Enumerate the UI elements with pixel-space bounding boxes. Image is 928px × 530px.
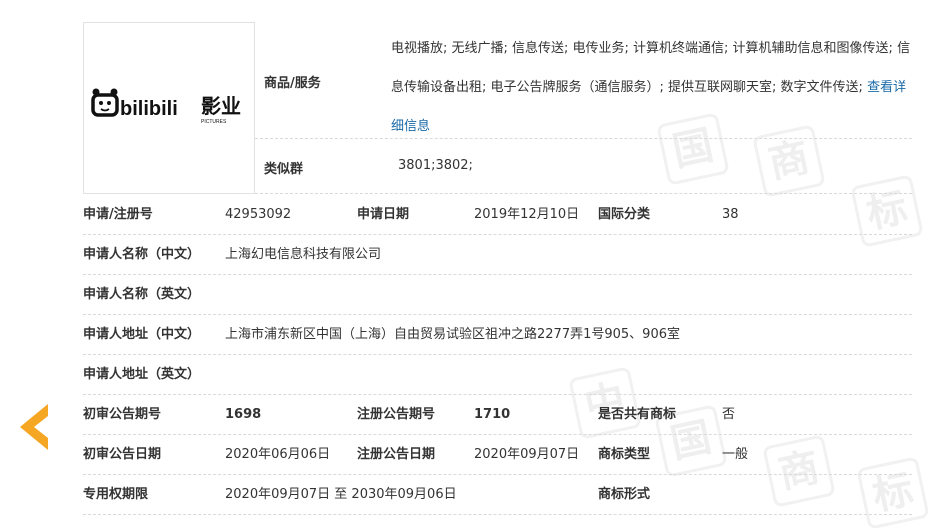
tm-form-label: 商标形式 — [598, 487, 651, 502]
intl-class-label: 国际分类 — [598, 207, 651, 222]
reg-no-value: 42953092 — [225, 207, 292, 222]
shared-label: 是否共有商标 — [598, 407, 677, 422]
prelim-no-label: 初审公告期号 — [83, 407, 162, 422]
table-row: 专用权期限 2020年09月07日 至 2030年09月06日 商标形式 — [83, 475, 912, 515]
table-row: 申请人地址（英文） — [83, 355, 912, 395]
similar-group-value: 3801;3802; — [398, 158, 473, 173]
bilibili-pictures-logo: bilibili 影业 PICTURES — [91, 88, 241, 125]
tm-type-value: 一般 — [722, 447, 749, 462]
apply-date-label: 申请日期 — [357, 207, 410, 222]
table-row: 初审公告期号 1698 注册公告期号 1710 是否共有商标 否 — [83, 395, 912, 435]
table-row: 申请人名称（英文） — [83, 275, 912, 315]
shared-value: 否 — [722, 407, 736, 422]
address-en-label: 申请人地址（英文） — [83, 367, 201, 382]
chevron-left-icon[interactable] — [14, 402, 54, 452]
table-row: 申请人地址（中文） 上海市浦东新区中国（上海）自由贸易试验区祖冲之路2277弄1… — [83, 315, 912, 355]
similar-group-label: 类似群 — [264, 162, 304, 177]
intl-class-value: 38 — [722, 207, 739, 222]
reg-no-label: 申请/注册号 — [83, 207, 153, 222]
goods-list: 电视播放; 无线广播; 信息传送; 电传业务; 计算机终端通信; 计算机辅助信息… — [391, 41, 911, 95]
table-row: 初审公告日期 2020年06月06日 注册公告日期 2020年09月07日 商标… — [83, 435, 912, 475]
divider — [255, 138, 912, 139]
address-cn-label: 申请人地址（中文） — [83, 327, 201, 342]
applicant-en-label: 申请人名称（英文） — [83, 287, 201, 302]
tm-type-label: 商标类型 — [598, 447, 651, 462]
reg-pub-date-label: 注册公告日期 — [357, 447, 436, 462]
goods-services: 电视播放; 无线广播; 信息传送; 电传业务; 计算机终端通信; 计算机辅助信息… — [391, 29, 912, 146]
goods-label: 商品/服务 — [264, 76, 321, 91]
applicant-cn-value: 上海幻电信息科技有限公司 — [225, 247, 382, 262]
reg-pub-no-label: 注册公告期号 — [357, 407, 436, 422]
divider — [255, 193, 912, 194]
apply-date-value: 2019年12月10日 — [474, 207, 580, 222]
address-cn-value: 上海市浦东新区中国（上海）自由贸易试验区祖冲之路2277弄1号905、906室 — [225, 327, 680, 342]
reg-pub-date-value: 2020年09月07日 — [474, 447, 580, 462]
exclusive-label: 专用权期限 — [83, 487, 149, 502]
svg-text:PICTURES: PICTURES — [201, 119, 227, 125]
applicant-cn-label: 申请人名称（中文） — [83, 247, 201, 262]
table-row: 申请人名称（中文） 上海幻电信息科技有限公司 — [83, 235, 912, 275]
table-row: 申请/注册号 42953092 申请日期 2019年12月10日 国际分类 38 — [83, 195, 912, 235]
prelim-no-value: 1698 — [225, 407, 262, 422]
svg-text:影业: 影业 — [201, 94, 241, 118]
exclusive-value: 2020年09月07日 至 2030年09月06日 — [225, 487, 457, 502]
prelim-date-value: 2020年06月06日 — [225, 447, 331, 462]
trademark-image: bilibili 影业 PICTURES — [83, 22, 255, 194]
reg-pub-no-value: 1710 — [474, 407, 511, 422]
prelim-date-label: 初审公告日期 — [83, 447, 162, 462]
svg-text:bilibili: bilibili — [120, 98, 178, 120]
